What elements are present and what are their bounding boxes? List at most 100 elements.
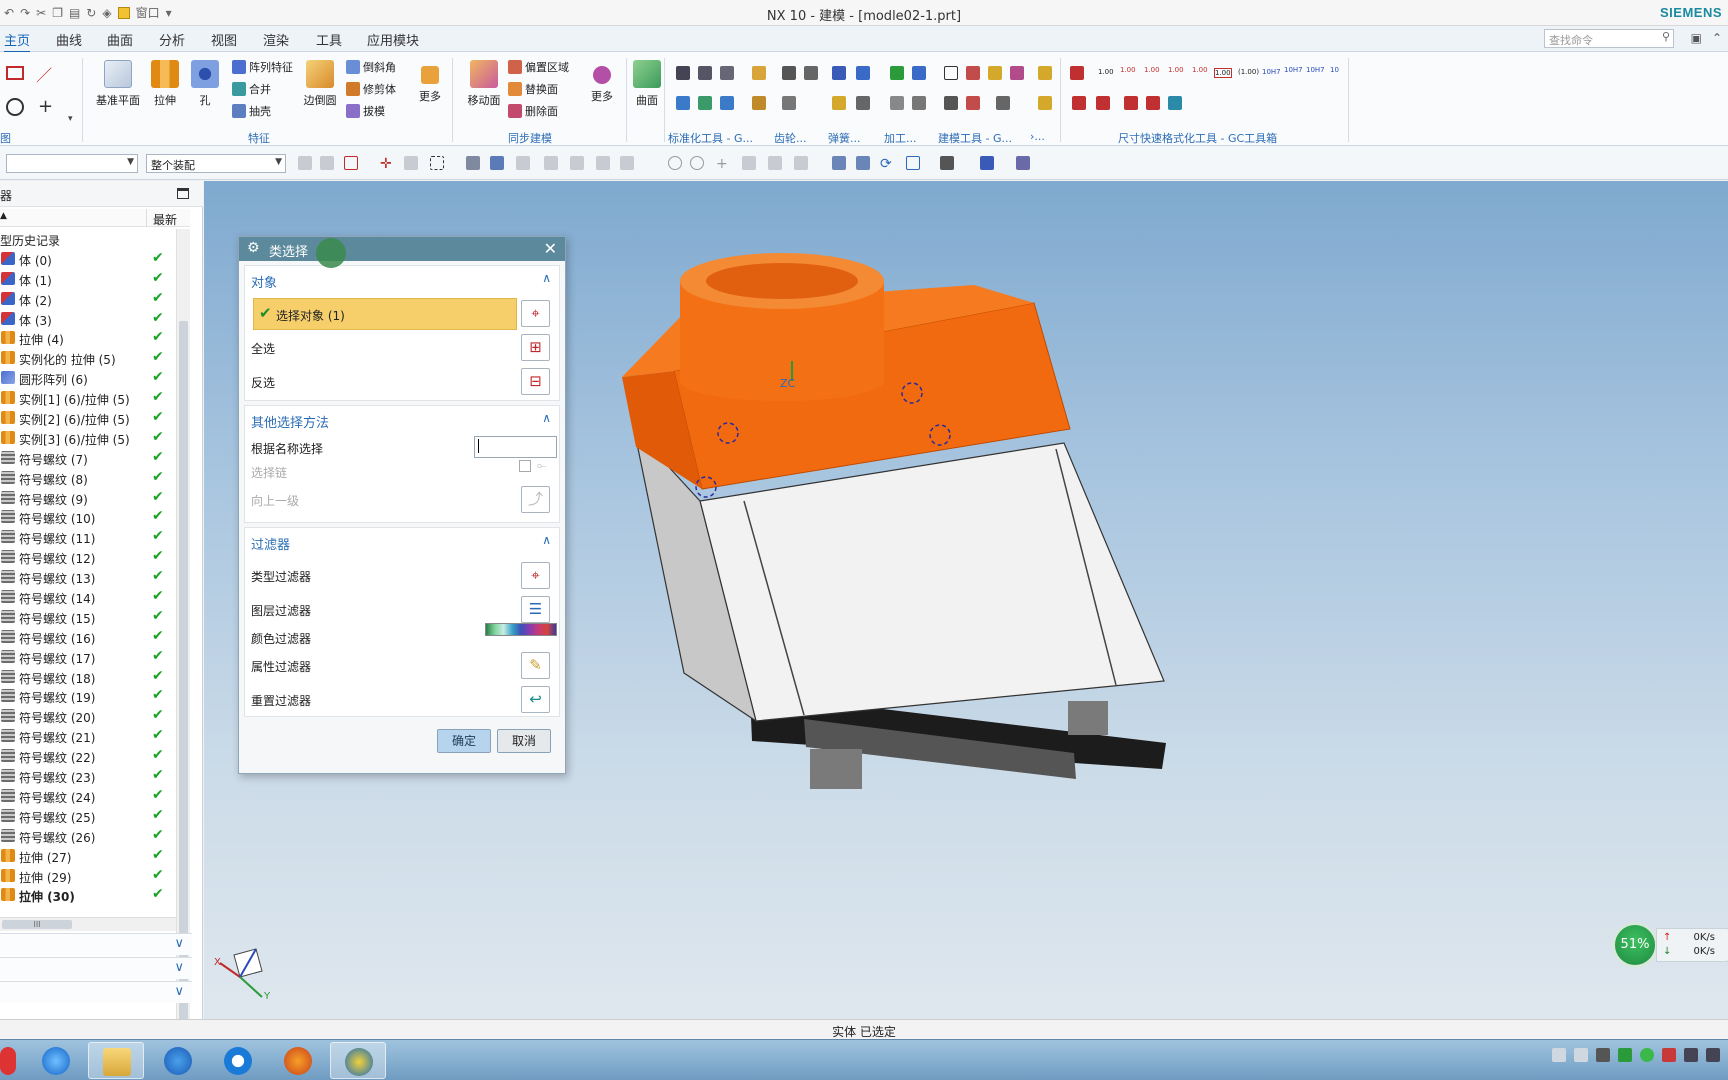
spring-tool-3-icon[interactable] [832, 96, 846, 110]
view-orient-icon[interactable] [980, 156, 994, 170]
dim-style-8[interactable]: 10H7 [1262, 68, 1281, 76]
tab-home[interactable]: 主页 [4, 30, 31, 53]
tree-item[interactable]: 实例[1] (6)/拉伸 (5) ✔ [0, 388, 190, 408]
modeling-tool-6-icon[interactable] [966, 96, 980, 110]
scrollbar-thumb[interactable] [179, 321, 188, 1033]
up-one-level-button[interactable]: ⤴ [521, 486, 550, 513]
offset-region-button[interactable]: 偏置区域 [508, 59, 569, 75]
select-all-button[interactable]: ⊞ [521, 334, 550, 361]
tree-item[interactable]: 符号螺纹 (26) ✔ [0, 826, 190, 846]
tree-item[interactable]: 符号螺纹 (7) ✔ [0, 448, 190, 468]
shield-icon[interactable] [1618, 1048, 1632, 1062]
dim-tool-a-icon[interactable] [1072, 96, 1086, 110]
trim-body-button[interactable]: 修剪体 [346, 81, 396, 97]
tab-tools[interactable]: 工具 [316, 30, 342, 49]
taskbar-ie[interactable] [28, 1042, 84, 1079]
flag-icon[interactable] [1662, 1048, 1676, 1062]
spring-tool-2-icon[interactable] [856, 66, 870, 80]
unite-button[interactable]: 合并 [232, 81, 271, 97]
tree-item[interactable]: 符号螺纹 (18) ✔ [0, 667, 190, 687]
modeling-tool-4-icon[interactable] [1010, 66, 1024, 80]
pattern-feature-button[interactable]: 阵列特征 [232, 59, 293, 75]
machining-tool-1-icon[interactable] [890, 66, 904, 80]
tab-surface[interactable]: 曲面 [107, 30, 133, 49]
close-icon[interactable]: ✕ [544, 239, 557, 258]
snap-tool-icon[interactable] [544, 156, 558, 170]
tree-item[interactable]: 符号螺纹 (19) ✔ [0, 686, 190, 706]
snap-tool-icon[interactable]: ✛ [380, 156, 394, 172]
select-chain-checkbox[interactable] [519, 460, 531, 472]
tab-applications[interactable]: 应用模块 [367, 30, 419, 49]
dim-style-6[interactable]: 1.00 [1214, 68, 1232, 78]
collapse-icon[interactable]: ∧ [542, 271, 551, 285]
maximize-icon[interactable] [177, 188, 189, 199]
dim-style-2[interactable]: 1.00 [1120, 66, 1136, 74]
spring-tool-4-icon[interactable] [856, 96, 870, 110]
volume-icon[interactable] [1706, 1048, 1720, 1062]
rectangle-select-icon[interactable] [430, 156, 444, 170]
std-tool-3-icon[interactable] [720, 66, 734, 80]
tab-render[interactable]: 渲染 [263, 30, 289, 49]
view-tool-icon[interactable] [832, 156, 846, 170]
more-sync-button[interactable]: 更多 [588, 66, 616, 104]
std-tool-7-icon[interactable] [720, 96, 734, 110]
collapse-icon[interactable]: ∧ [542, 533, 551, 547]
draft-button[interactable]: 拔模 [346, 103, 385, 119]
chevron-down-icon[interactable]: ∨ [174, 960, 184, 975]
dim-style-11[interactable]: 10 [1330, 66, 1339, 74]
point-icon[interactable]: + [38, 96, 53, 117]
snap-tool-icon[interactable] [794, 156, 808, 170]
select-by-name-input[interactable] [474, 436, 557, 458]
tree-item[interactable]: 拉伸 (27) ✔ [0, 846, 190, 866]
render-style-icon[interactable] [940, 156, 954, 170]
std-tool-6-icon[interactable] [698, 96, 712, 110]
shell-button[interactable]: 抽壳 [232, 103, 271, 119]
dependencies-panel[interactable]: ∨ [0, 933, 192, 955]
gear-tool-3-icon[interactable] [782, 96, 796, 110]
taskbar-app-cloud[interactable] [210, 1042, 266, 1079]
command-search-input[interactable]: 查找命令 ⚲ [1544, 29, 1674, 48]
tree-item[interactable]: 符号螺纹 (22) ✔ [0, 746, 190, 766]
tree-item[interactable]: 符号螺纹 (25) ✔ [0, 806, 190, 826]
snap-tool-icon[interactable] [668, 156, 682, 170]
triangle-tool-icon[interactable] [944, 66, 958, 80]
select-tool-icon[interactable] [344, 156, 358, 170]
sort-name-column[interactable]: ▲ [0, 211, 7, 221]
view-tool-icon[interactable] [856, 156, 870, 170]
snap-tool-icon[interactable] [768, 156, 782, 170]
taskbar-nx[interactable] [330, 1042, 386, 1079]
move-face-button[interactable]: 移动面 [464, 60, 504, 108]
tab-analysis[interactable]: 分析 [159, 30, 185, 49]
gear-icon[interactable]: ⚙ [247, 240, 260, 256]
section-title-object[interactable]: 对象 [251, 272, 277, 291]
refresh-icon[interactable]: ⟳ [880, 156, 894, 172]
collapse-icon[interactable]: ∧ [542, 411, 551, 425]
delete-face-button[interactable]: 删除面 [508, 103, 558, 119]
tree-item[interactable]: 符号螺纹 (14) ✔ [0, 587, 190, 607]
snap-tool-icon[interactable]: + [716, 156, 730, 172]
modeling-tool-7-icon[interactable] [996, 96, 1010, 110]
invert-selection-button[interactable]: ⊟ [521, 368, 550, 395]
ok-button[interactable]: 确定 [437, 729, 491, 753]
dim-style-5[interactable]: 1.00 [1192, 66, 1208, 74]
network-speed-widget[interactable]: 51% ↑ 0K/s ↓ 0K/s [1612, 922, 1728, 968]
machining-tool-2-icon[interactable] [912, 66, 926, 80]
tree-item[interactable]: 符号螺纹 (20) ✔ [0, 706, 190, 726]
machining-tool-3-icon[interactable] [890, 96, 904, 110]
more-feature-button[interactable]: 更多 [416, 66, 444, 104]
navigator-horizontal-scrollbar[interactable]: III [0, 917, 176, 931]
chevron-down-icon[interactable]: ∨ [174, 984, 184, 999]
tree-item[interactable]: 符号螺纹 (11) ✔ [0, 527, 190, 547]
modeling-tool-3-icon[interactable] [988, 66, 1002, 80]
dim-format-icon[interactable] [1070, 66, 1084, 80]
modeling-tool-2-icon[interactable] [966, 66, 980, 80]
std-tool-2-icon[interactable] [698, 66, 712, 80]
type-filter-combo[interactable]: ▼ [6, 154, 138, 173]
std-tool-1-icon[interactable] [676, 66, 690, 80]
tree-item[interactable]: 体 (0) ✔ [0, 249, 190, 269]
dim-style-7[interactable]: (1.00) [1238, 68, 1259, 76]
surface-button[interactable]: 曲面 [632, 60, 662, 108]
dim-style-10[interactable]: 10H7 [1306, 66, 1325, 74]
select-tool-icon[interactable] [466, 156, 480, 170]
chamfer-button[interactable]: 倒斜角 [346, 59, 396, 75]
